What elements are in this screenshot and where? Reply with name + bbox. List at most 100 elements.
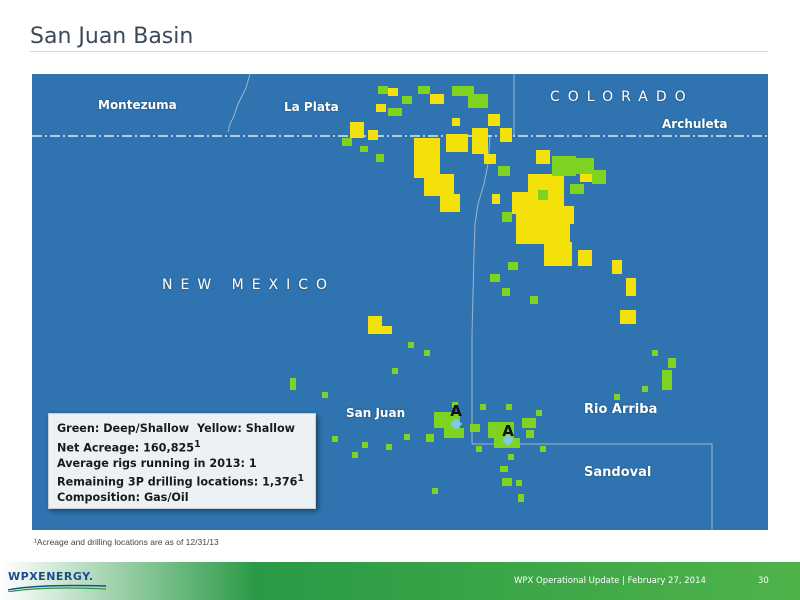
footer-update-text: WPX Operational Update | February 27, 20… <box>514 576 706 586</box>
acreage-blocks <box>290 86 676 502</box>
shallow-acreage-block <box>544 242 572 266</box>
shallow-acreage-block <box>430 94 444 104</box>
shallow-acreage-block <box>612 260 622 274</box>
deep-shallow-acreage-block <box>426 434 434 442</box>
deep-shallow-acreage-block <box>522 418 536 428</box>
deep-shallow-acreage-block <box>508 262 518 270</box>
county-label-rio-arriba: Rio Arriba <box>584 402 658 417</box>
county-line-montezuma-laplata <box>227 74 251 133</box>
page-title: San Juan Basin <box>30 24 194 49</box>
remaining-locations-text: Remaining 3P drilling locations: 1,376 <box>57 475 298 489</box>
deep-shallow-acreage-block <box>516 480 522 486</box>
deep-shallow-acreage-block <box>352 452 358 458</box>
deep-shallow-acreage-block <box>538 190 548 200</box>
shallow-acreage-block <box>578 250 592 266</box>
net-acreage-text: Net Acreage: 160,825 <box>57 441 195 455</box>
shallow-acreage-block <box>626 278 636 296</box>
shallow-acreage-block <box>492 194 500 204</box>
page-number: 30 <box>758 576 769 586</box>
remaining-locations-footnote-mark: 1 <box>297 473 304 485</box>
deep-shallow-acreage-block <box>652 350 658 356</box>
rig-marker: A <box>450 402 462 430</box>
wpx-energy-logo: WPXENERGY. <box>8 570 94 583</box>
deep-shallow-acreage-block <box>418 86 430 94</box>
shallow-acreage-block <box>500 128 512 142</box>
deep-shallow-acreage-block <box>662 370 672 390</box>
deep-shallow-acreage-block <box>570 184 584 194</box>
net-acreage-footnote-mark: 1 <box>194 438 201 450</box>
deep-shallow-acreage-block <box>614 394 620 400</box>
deep-shallow-acreage-block <box>468 94 488 108</box>
deep-shallow-acreage-block <box>404 434 410 440</box>
shallow-acreage-block <box>512 192 530 214</box>
deep-shallow-acreage-block <box>498 166 510 176</box>
deep-shallow-acreage-block <box>388 108 402 116</box>
net-acreage-line: Net Acreage: 160,8251 <box>57 437 307 456</box>
legend-color-key: Green: Deep/Shallow Yellow: Shallow <box>57 421 307 437</box>
shallow-acreage-block <box>414 138 440 178</box>
title-divider <box>30 51 768 52</box>
deep-shallow-acreage-block <box>508 454 514 460</box>
deep-shallow-acreage-block <box>490 274 500 282</box>
rig-marker-symbol: A <box>450 402 462 420</box>
shallow-acreage-block <box>368 316 382 334</box>
deep-shallow-acreage-block <box>332 436 338 442</box>
footnote: ¹Acreage and drilling locations are as o… <box>34 537 219 547</box>
shallow-acreage-block <box>484 154 496 164</box>
deep-shallow-acreage-block <box>362 442 368 448</box>
deep-shallow-acreage-block <box>476 446 482 452</box>
county-line-sanjuan-rioarriba <box>471 135 491 444</box>
shallow-acreage-block <box>440 194 460 212</box>
deep-shallow-acreage-block <box>432 488 438 494</box>
logo-swoosh-icon <box>8 584 106 592</box>
shallow-acreage-block <box>488 114 500 126</box>
footer-bar: WPXENERGY. WPX Operational Update | Febr… <box>0 562 800 600</box>
deep-shallow-acreage-block <box>502 288 510 296</box>
shallow-acreage-block <box>382 326 392 334</box>
deep-shallow-acreage-block <box>480 404 486 410</box>
deep-shallow-acreage-block <box>530 296 538 304</box>
shallow-acreage-block <box>446 134 468 152</box>
deep-shallow-acreage-block <box>342 138 352 146</box>
shallow-acreage-block <box>536 150 550 164</box>
deep-shallow-acreage-block <box>500 466 508 472</box>
deep-shallow-acreage-block <box>290 378 296 390</box>
deep-shallow-acreage-block <box>386 444 392 450</box>
deep-shallow-acreage-block <box>552 156 576 176</box>
deep-shallow-acreage-block <box>518 494 524 502</box>
shallow-acreage-block <box>472 128 488 154</box>
deep-shallow-acreage-block <box>378 86 388 94</box>
county-label-sandoval: Sandoval <box>584 465 652 480</box>
deep-shallow-acreage-block <box>444 428 464 438</box>
remaining-locations-line: Remaining 3P drilling locations: 1,3761 <box>57 471 307 490</box>
county-label-san-juan: San Juan <box>346 406 406 420</box>
deep-shallow-acreage-block <box>322 392 328 398</box>
deep-shallow-acreage-block <box>470 424 480 432</box>
deep-shallow-acreage-block <box>408 342 414 348</box>
deep-shallow-acreage-block <box>536 410 542 416</box>
deep-shallow-acreage-block <box>424 350 430 356</box>
shallow-acreage-block <box>620 310 636 324</box>
shallow-acreage-block <box>560 206 574 224</box>
state-label-new-mexico: NEW MEXICO <box>162 277 336 293</box>
county-label-montezuma: Montezuma <box>98 98 177 112</box>
rig-marker-symbol: A <box>502 422 514 440</box>
shallow-acreage-block <box>424 174 454 196</box>
shallow-acreage-block <box>350 122 364 138</box>
deep-shallow-acreage-block <box>642 386 648 392</box>
county-label-la-plata: La Plata <box>284 100 339 114</box>
deep-shallow-acreage-block <box>360 146 368 152</box>
deep-shallow-acreage-block <box>576 158 594 174</box>
deep-shallow-acreage-block <box>592 170 606 184</box>
shallow-acreage-block <box>368 130 378 140</box>
deep-shallow-acreage-block <box>668 358 676 368</box>
rigs-line: Average rigs running in 2013: 1 <box>57 456 257 470</box>
deep-shallow-acreage-block <box>526 430 534 438</box>
county-label-archuleta: Archuleta <box>662 117 728 131</box>
deep-shallow-acreage-block <box>502 212 512 222</box>
deep-shallow-acreage-block <box>402 96 412 104</box>
legend-green-label: Green: Deep/Shallow <box>57 422 190 435</box>
deep-shallow-acreage-block <box>506 404 512 410</box>
deep-shallow-acreage-block <box>376 154 384 162</box>
composition-line: Composition: Gas/Oil <box>57 491 189 505</box>
